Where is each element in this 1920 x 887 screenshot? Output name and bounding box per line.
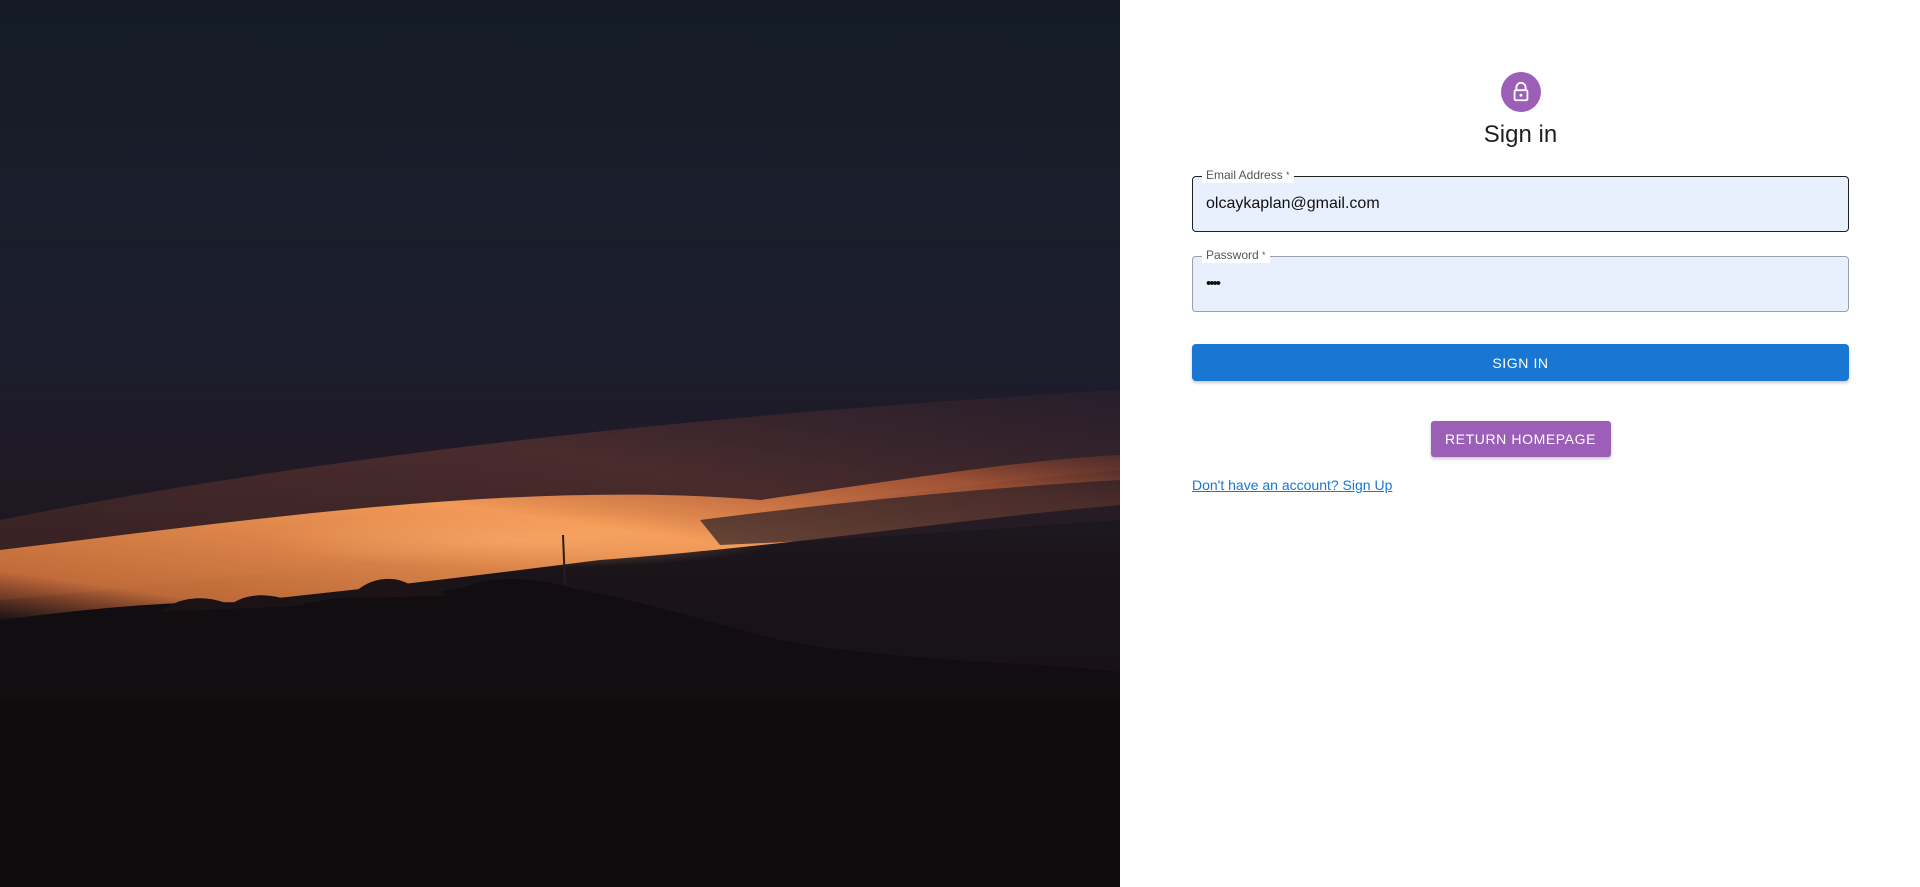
email-label: Email Address * [1202, 167, 1294, 183]
sign-in-button[interactable]: SIGN IN [1192, 344, 1849, 381]
password-required-mark: * [1262, 250, 1266, 260]
login-panel: Sign in Email Address * olcaykaplan@gmai… [1120, 0, 1920, 887]
email-required-mark: * [1286, 170, 1290, 180]
return-row: RETURN HOMEPAGE [1192, 421, 1849, 457]
sign-up-link[interactable]: Don't have an account? Sign Up [1192, 477, 1392, 493]
page-title: Sign in [1483, 121, 1558, 148]
lock-icon [1500, 72, 1541, 112]
password-value: •••• [1206, 275, 1221, 292]
signup-row: Don't have an account? Sign Up [1192, 477, 1849, 495]
password-label: Password * [1202, 247, 1270, 263]
email-value: olcaykaplan@gmail.com [1206, 195, 1380, 212]
login-form: Sign in Email Address * olcaykaplan@gmai… [1192, 72, 1849, 495]
hero-image [0, 0, 1120, 887]
password-input[interactable] [1192, 256, 1849, 312]
login-page: Sign in Email Address * olcaykaplan@gmai… [0, 0, 1920, 887]
form-header: Sign in [1192, 72, 1849, 152]
password-field[interactable]: Password * •••• [1192, 247, 1849, 312]
email-field[interactable]: Email Address * olcaykaplan@gmail.com [1192, 167, 1849, 232]
return-homepage-button[interactable]: RETURN HOMEPAGE [1430, 421, 1611, 457]
